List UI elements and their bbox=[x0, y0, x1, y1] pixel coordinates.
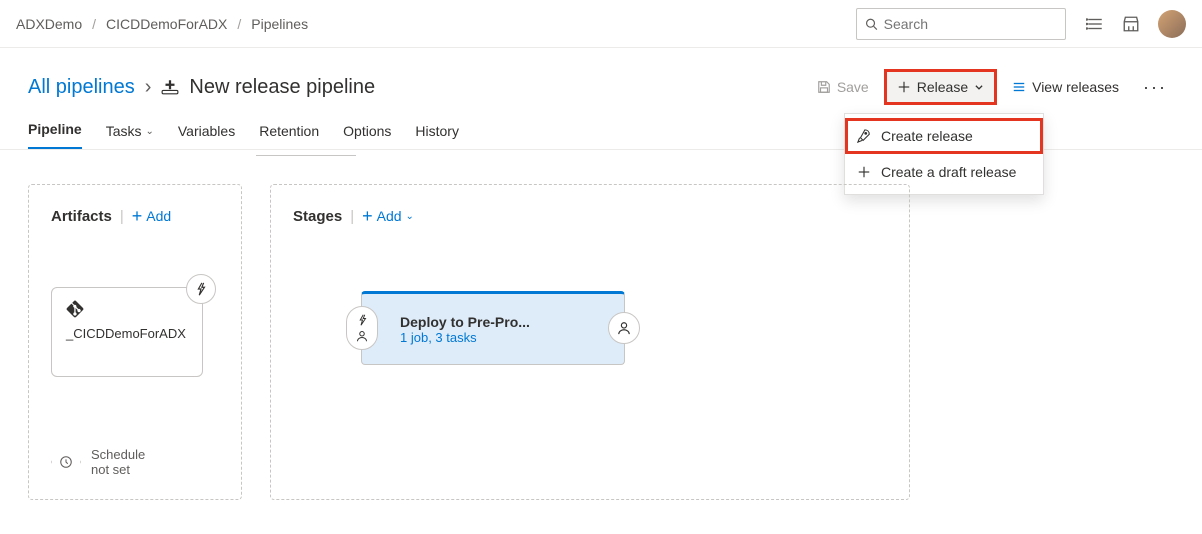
lightning-icon bbox=[195, 282, 207, 296]
artifact-source-name: _CICDDemoForADX bbox=[66, 326, 188, 343]
user-avatar[interactable] bbox=[1158, 10, 1186, 38]
plus-icon bbox=[897, 80, 911, 94]
chevron-down-icon: ⌄ bbox=[406, 211, 414, 222]
stage-card[interactable]: Deploy to Pre-Pro... 1 job, 3 tasks bbox=[361, 291, 625, 365]
person-icon bbox=[617, 321, 631, 335]
pipeline-canvas: Artifacts | + Add _CICDDemoForADX Schedu… bbox=[0, 150, 1202, 534]
breadcrumbs: ADXDemo / CICDDemoForADX / Pipelines bbox=[16, 16, 308, 32]
add-stage-button[interactable]: + Add ⌄ bbox=[362, 207, 414, 225]
tab-variables[interactable]: Variables bbox=[178, 123, 235, 149]
search-input[interactable] bbox=[884, 16, 1057, 32]
plus-icon bbox=[857, 165, 871, 179]
search-box[interactable] bbox=[856, 8, 1066, 40]
tab-pipeline-label: Pipeline bbox=[28, 121, 82, 137]
trigger-badge[interactable] bbox=[186, 274, 216, 304]
list-icon[interactable] bbox=[1086, 15, 1104, 33]
stage-tasks-link[interactable]: 1 job, 3 tasks bbox=[400, 330, 530, 345]
stages-title: Stages bbox=[293, 208, 342, 225]
release-label: Release bbox=[917, 79, 968, 95]
view-releases-button[interactable]: View releases bbox=[1001, 71, 1130, 103]
tab-retention[interactable]: Retention bbox=[259, 123, 319, 149]
breadcrumb-sep: / bbox=[237, 16, 241, 32]
schedule-button[interactable]: Schedule not set bbox=[51, 447, 145, 477]
release-button[interactable]: Release bbox=[886, 71, 995, 103]
breadcrumb-sep: / bbox=[92, 16, 96, 32]
pipeline-name[interactable]: New release pipeline bbox=[189, 76, 375, 99]
action-bar: Save Release View releases ··· Create re… bbox=[806, 71, 1174, 103]
tab-variables-label: Variables bbox=[178, 123, 235, 139]
view-releases-label: View releases bbox=[1032, 79, 1119, 95]
list-view-icon bbox=[1012, 80, 1026, 94]
pre-deploy-conditions[interactable] bbox=[346, 306, 378, 350]
marketplace-icon[interactable] bbox=[1122, 15, 1140, 33]
schedule-line2: not set bbox=[91, 462, 145, 477]
top-bar: ADXDemo / CICDDemoForADX / Pipelines bbox=[0, 0, 1202, 48]
tab-history[interactable]: History bbox=[415, 123, 459, 149]
chevron-down-icon bbox=[974, 82, 984, 92]
more-actions-button[interactable]: ··· bbox=[1136, 71, 1174, 103]
artifacts-title: Artifacts bbox=[51, 208, 112, 225]
add-artifact-button[interactable]: + Add bbox=[132, 207, 171, 225]
plus-icon: + bbox=[362, 207, 373, 225]
create-draft-label: Create a draft release bbox=[881, 164, 1016, 180]
lightning-icon bbox=[357, 314, 368, 326]
tab-options-label: Options bbox=[343, 123, 391, 139]
create-release-item[interactable]: Create release bbox=[845, 118, 1043, 154]
breadcrumb-repo[interactable]: CICDDemoForADX bbox=[106, 16, 227, 32]
create-release-label: Create release bbox=[881, 128, 973, 144]
rocket-icon bbox=[857, 129, 871, 143]
pipeline-icon bbox=[161, 78, 179, 96]
tab-tasks-label: Tasks bbox=[106, 123, 142, 139]
save-button: Save bbox=[806, 71, 880, 103]
all-pipelines-link[interactable]: All pipelines bbox=[28, 76, 135, 99]
person-icon bbox=[356, 330, 368, 342]
save-icon bbox=[817, 80, 831, 94]
clock-icon bbox=[51, 447, 81, 477]
chevron-down-icon: ⌄ bbox=[145, 126, 153, 137]
artifacts-panel: Artifacts | + Add _CICDDemoForADX Schedu… bbox=[28, 184, 242, 500]
save-label: Save bbox=[837, 79, 869, 95]
stage-name: Deploy to Pre-Pro... bbox=[400, 314, 530, 330]
add-stage-label: Add bbox=[377, 208, 402, 224]
breadcrumb-section[interactable]: Pipelines bbox=[251, 16, 308, 32]
stages-panel: Stages | + Add ⌄ Deploy to Pre-Pro... 1 … bbox=[270, 184, 910, 500]
tab-options[interactable]: Options bbox=[343, 123, 391, 149]
artifact-card[interactable]: _CICDDemoForADX bbox=[51, 287, 203, 377]
search-icon bbox=[865, 17, 878, 31]
add-artifact-label: Add bbox=[146, 208, 171, 224]
title-row: All pipelines › New release pipeline Sav… bbox=[0, 48, 1202, 106]
git-icon bbox=[66, 300, 188, 318]
breadcrumb-project[interactable]: ADXDemo bbox=[16, 16, 82, 32]
schedule-line1: Schedule bbox=[91, 447, 145, 462]
chevron-right-icon: › bbox=[145, 76, 152, 99]
tab-pipeline[interactable]: Pipeline bbox=[28, 121, 82, 149]
tab-retention-label: Retention bbox=[259, 123, 319, 139]
connector-line bbox=[256, 155, 356, 156]
release-dropdown: Create release Create a draft release bbox=[844, 113, 1044, 195]
tab-history-label: History bbox=[415, 123, 459, 139]
plus-icon: + bbox=[132, 207, 143, 225]
tab-tasks[interactable]: Tasks⌄ bbox=[106, 123, 154, 149]
post-deploy-conditions[interactable] bbox=[608, 312, 640, 344]
